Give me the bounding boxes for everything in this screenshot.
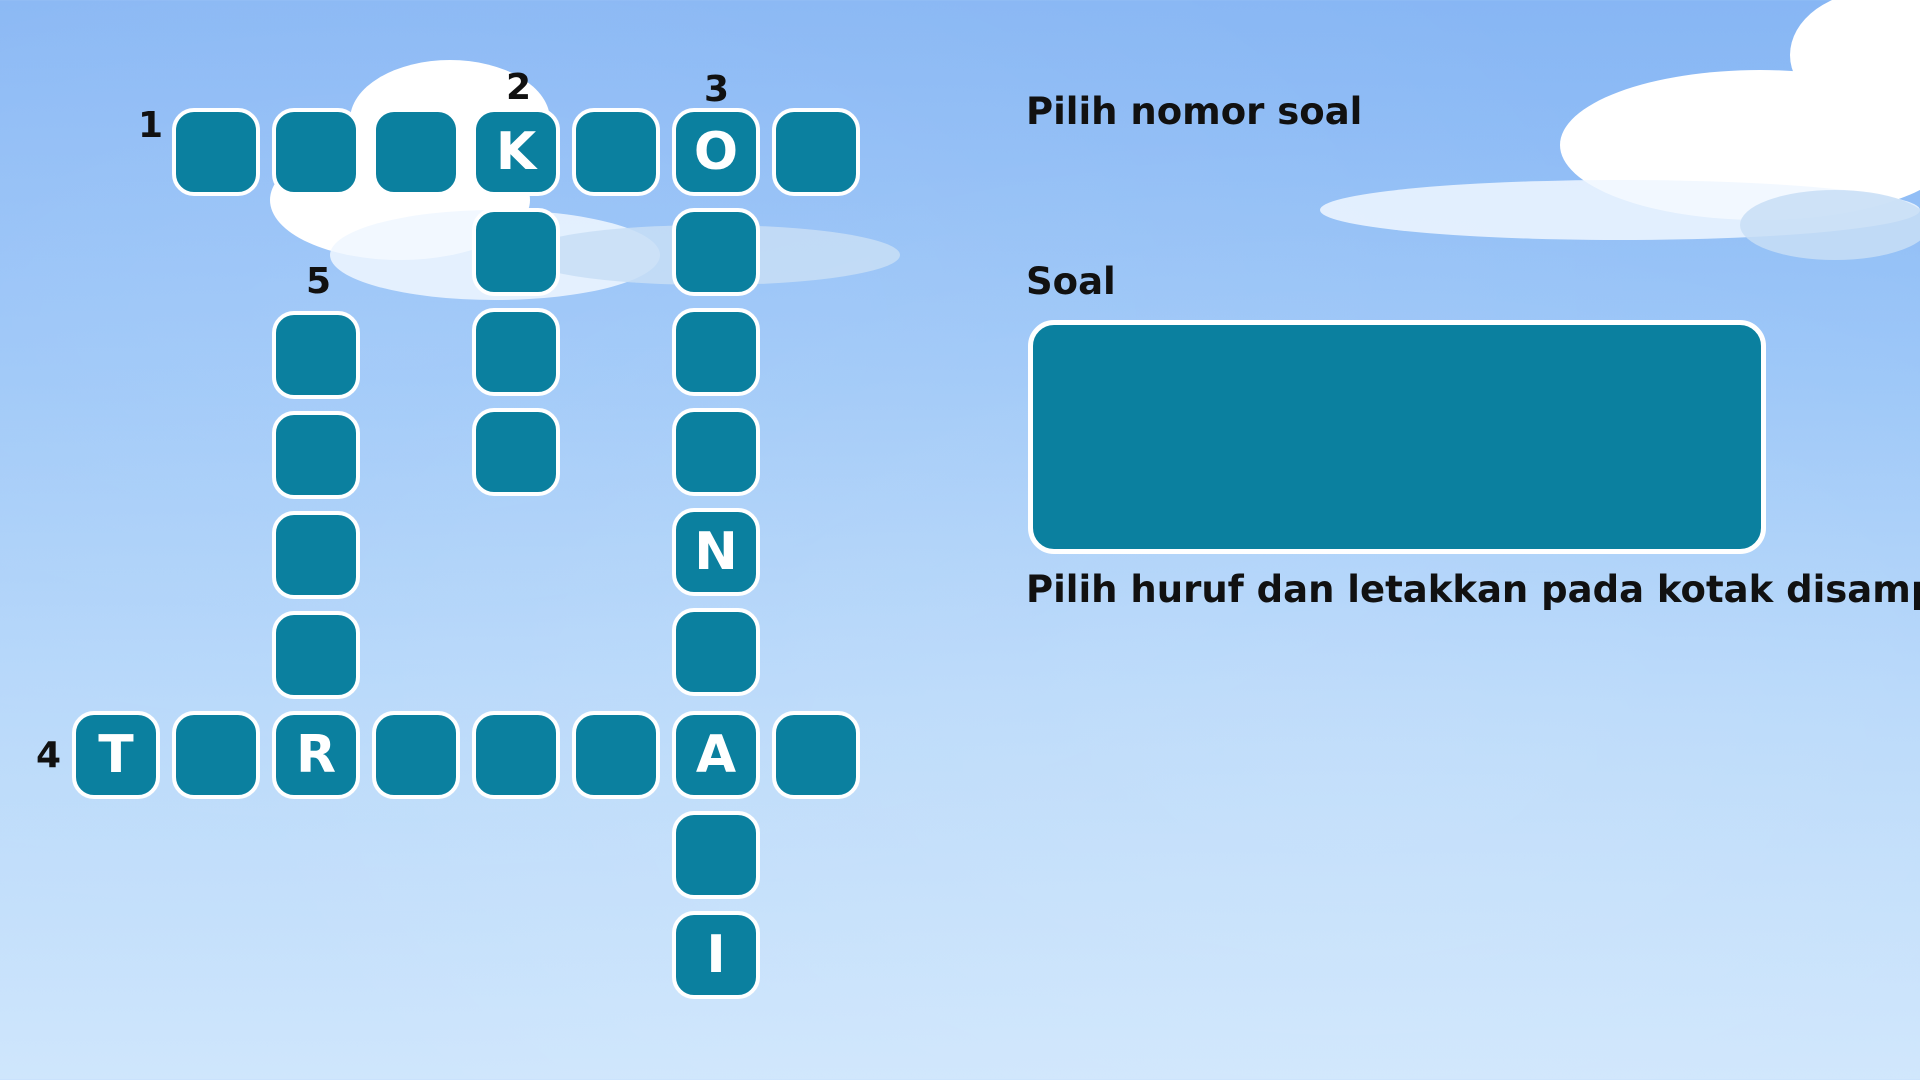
crossword-cell[interactable] bbox=[472, 408, 560, 496]
crossword-cell[interactable] bbox=[372, 108, 460, 196]
crossword-cell[interactable] bbox=[672, 608, 760, 696]
crossword-cell[interactable]: I bbox=[672, 911, 760, 999]
crossword-cell[interactable] bbox=[672, 208, 760, 296]
crossword-cell[interactable] bbox=[572, 711, 660, 799]
clue-number-5: 5 bbox=[306, 261, 332, 302]
crossword-cell[interactable] bbox=[672, 308, 760, 396]
question-label: Soal bbox=[1026, 260, 1116, 303]
crossword-cell[interactable] bbox=[272, 611, 360, 699]
crossword-cell[interactable]: O bbox=[672, 108, 760, 196]
crossword-cell[interactable] bbox=[672, 408, 760, 496]
crossword-cell[interactable]: A bbox=[672, 711, 760, 799]
question-box bbox=[1028, 320, 1766, 554]
crossword-cell[interactable]: K bbox=[472, 108, 560, 196]
crossword-cell[interactable] bbox=[172, 711, 260, 799]
crossword-cell[interactable] bbox=[772, 108, 860, 196]
instruction-text: Pilih huruf dan letakkan pada kotak disa… bbox=[1026, 568, 1920, 611]
clue-number-4: 4 bbox=[36, 735, 62, 776]
crossword-cell[interactable] bbox=[172, 108, 260, 196]
choose-number-label: Pilih nomor soal bbox=[1026, 90, 1363, 133]
clue-number-2: 2 bbox=[506, 67, 532, 108]
crossword-cell[interactable] bbox=[272, 108, 360, 196]
crossword-cell[interactable] bbox=[672, 811, 760, 899]
clue-number-1: 1 bbox=[138, 105, 164, 146]
crossword-cell[interactable] bbox=[572, 108, 660, 196]
crossword-cell[interactable] bbox=[272, 511, 360, 599]
crossword-cell[interactable] bbox=[472, 208, 560, 296]
crossword-cell[interactable] bbox=[272, 411, 360, 499]
crossword-cell[interactable]: T bbox=[72, 711, 160, 799]
clue-number-3: 3 bbox=[704, 69, 730, 110]
crossword-cell[interactable] bbox=[472, 711, 560, 799]
crossword-cell[interactable] bbox=[372, 711, 460, 799]
crossword-cell[interactable]: R bbox=[272, 711, 360, 799]
crossword-cell[interactable]: N bbox=[672, 508, 760, 596]
crossword-cell[interactable] bbox=[272, 311, 360, 399]
crossword-cell[interactable] bbox=[772, 711, 860, 799]
crossword-cell[interactable] bbox=[472, 308, 560, 396]
